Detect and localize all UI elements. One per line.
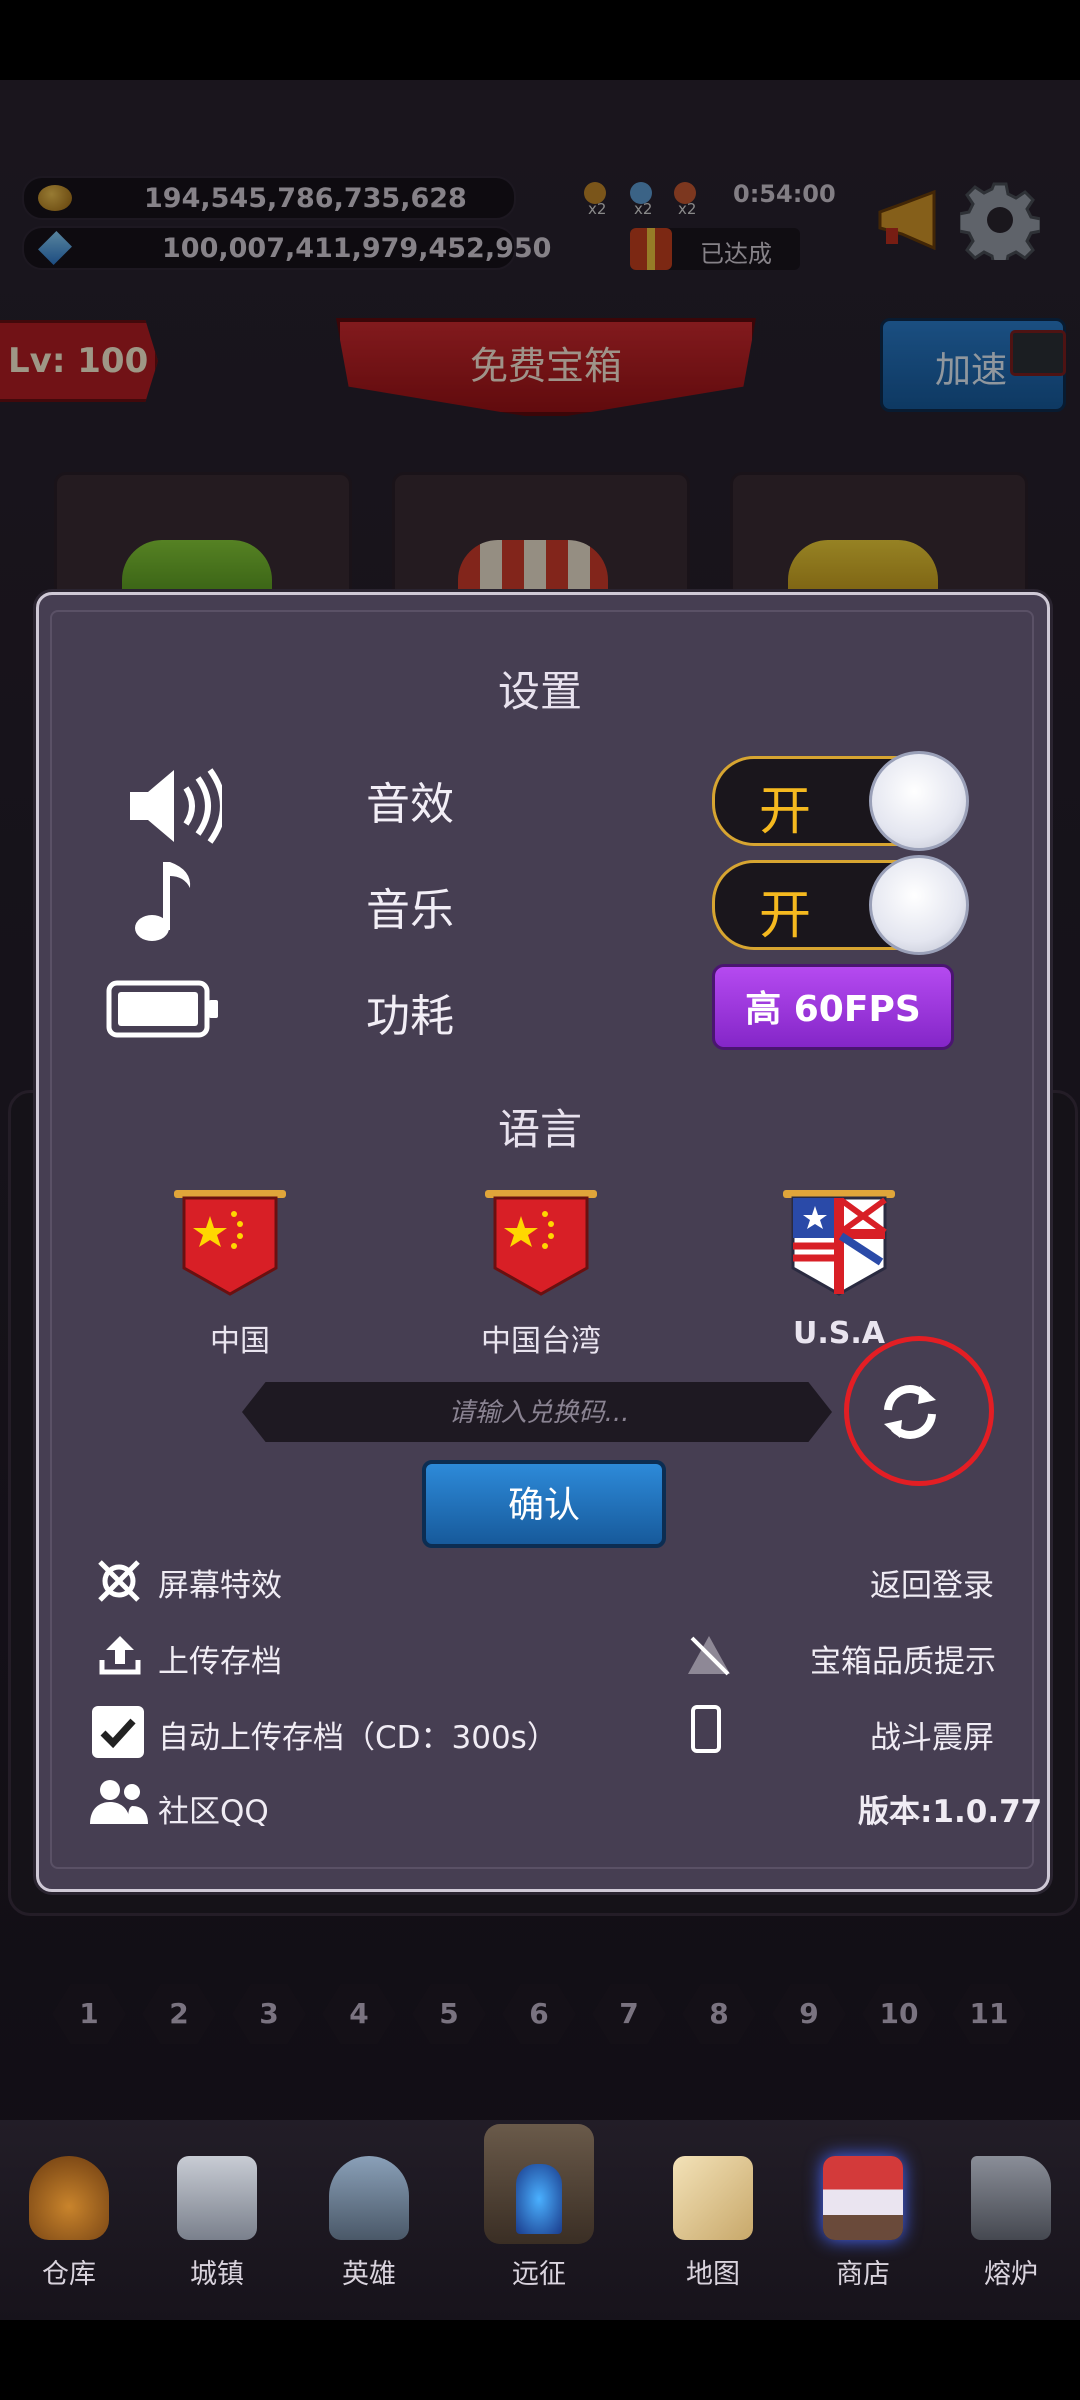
nav-label: 商店 bbox=[836, 2259, 890, 2290]
nav-shop[interactable]: 商店 bbox=[788, 2140, 928, 2310]
screen-effects-option[interactable]: 屏幕特效 bbox=[158, 1560, 282, 1605]
redeem-code-field[interactable] bbox=[242, 1382, 832, 1442]
sound-toggle[interactable]: 开 bbox=[712, 751, 969, 851]
version-label: 版本:1.0.77 bbox=[858, 1794, 1043, 1830]
speaker-icon bbox=[130, 768, 222, 844]
castle-icon bbox=[177, 2156, 257, 2240]
battery-icon bbox=[106, 980, 218, 1038]
upload-save-option[interactable]: 上传存档 bbox=[158, 1636, 282, 1681]
battle-shake-option: 战斗震屏 bbox=[870, 1720, 994, 1756]
confirm-label: 确认 bbox=[507, 1485, 580, 1526]
bag-icon bbox=[29, 2156, 109, 2240]
music-note-icon bbox=[135, 862, 191, 941]
redeem-code-input[interactable] bbox=[282, 1382, 796, 1442]
community-qq-option[interactable]: 社区QQ bbox=[158, 1786, 269, 1831]
china-flag-icon[interactable] bbox=[170, 1184, 290, 1304]
nav-label: 城镇 bbox=[190, 2259, 244, 2290]
community-icon bbox=[90, 1780, 148, 1824]
chest-quality-icon[interactable] bbox=[686, 1632, 732, 1678]
sound-label: 音效 bbox=[366, 779, 454, 830]
portal-gate-icon bbox=[484, 2124, 594, 2244]
system-navigation-bar bbox=[0, 2320, 1080, 2400]
settings-title: 设置 bbox=[497, 667, 582, 716]
language-china-label: 中国 bbox=[210, 1324, 270, 1359]
nav-warehouse[interactable]: 仓库 bbox=[0, 2140, 134, 2310]
nav-label: 英雄 bbox=[342, 2259, 396, 2290]
music-toggle-state: 开 bbox=[759, 886, 812, 946]
nav-label: 远征 bbox=[512, 2259, 566, 2290]
back-to-login-option[interactable]: 返回登录 bbox=[870, 1560, 994, 1605]
nav-expedition[interactable]: 远征 bbox=[464, 2108, 604, 2290]
power-label: 功耗 bbox=[366, 991, 454, 1042]
fps-value: 高 60FPS bbox=[745, 989, 921, 1030]
auto-upload-checkbox[interactable] bbox=[92, 1706, 144, 1758]
checkmark-icon bbox=[100, 1718, 136, 1749]
nav-town[interactable]: 城镇 bbox=[142, 2140, 282, 2310]
sound-toggle-state: 开 bbox=[759, 782, 812, 842]
shop-icon bbox=[823, 2156, 903, 2240]
helmet-icon bbox=[329, 2156, 409, 2240]
anvil-icon bbox=[971, 2156, 1051, 2240]
auto-upload-option[interactable]: 自动上传存档（CD：300s） bbox=[158, 1712, 558, 1757]
china-taiwan-flag-icon[interactable] bbox=[481, 1184, 601, 1304]
nav-label: 仓库 bbox=[42, 2259, 96, 2290]
nav-forge[interactable]: 熔炉 bbox=[936, 2140, 1076, 2310]
usa-uk-flag-icon[interactable] bbox=[779, 1184, 899, 1304]
nav-heroes[interactable]: 英雄 bbox=[294, 2140, 434, 2310]
nav-label: 熔炉 bbox=[984, 2259, 1038, 2290]
screen-effects-icon bbox=[98, 1560, 140, 1602]
nav-label: 地图 bbox=[686, 2259, 740, 2290]
language-title: 语言 bbox=[497, 1105, 582, 1154]
status-bar bbox=[0, 0, 1080, 80]
music-toggle[interactable]: 开 bbox=[712, 855, 969, 955]
nav-map[interactable]: 地图 bbox=[638, 2140, 778, 2310]
phone-vibrate-icon[interactable] bbox=[690, 1704, 722, 1754]
highlight-circle bbox=[844, 1336, 994, 1486]
music-label: 音乐 bbox=[366, 885, 454, 936]
chest-quality-hint-option: 宝箱品质提示 bbox=[810, 1644, 996, 1680]
toggle-knob bbox=[869, 855, 969, 955]
toggle-knob bbox=[869, 751, 969, 851]
map-scroll-icon bbox=[673, 2156, 753, 2240]
fps-button[interactable]: 高 60FPS bbox=[712, 964, 954, 1050]
upload-icon bbox=[99, 1636, 141, 1675]
confirm-button[interactable]: 确认 bbox=[422, 1460, 666, 1548]
language-china-taiwan-label: 中国台湾 bbox=[481, 1324, 601, 1359]
